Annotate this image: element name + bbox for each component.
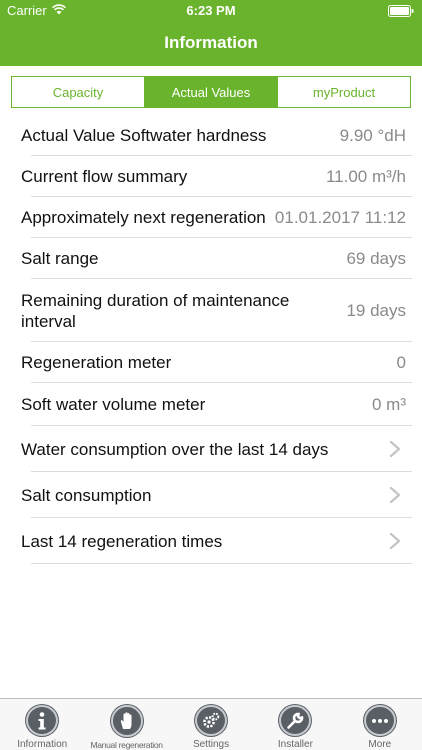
tab-more[interactable]: More — [338, 699, 422, 750]
row-value: 0 m³ — [372, 395, 406, 414]
row-label: Actual Value Softwater hardness — [21, 126, 267, 145]
row-label: Current flow summary — [21, 167, 188, 186]
navigation-header: Carrier 6:23 PM Information — [0, 0, 422, 66]
values-list: Actual Value Softwater hardness 9.90 °dH… — [0, 115, 422, 564]
row-soft-water-volume: Soft water volume meter 0 m³ — [0, 383, 422, 426]
row-water-consumption[interactable]: Water consumption over the last 14 days — [0, 426, 422, 472]
row-value: 9.90 °dH — [339, 126, 406, 145]
tab-actual-values[interactable]: Actual Values — [144, 77, 277, 107]
row-next-regeneration: Approximately next regeneration 01.01.20… — [0, 197, 422, 238]
tab-information[interactable]: Information — [0, 699, 84, 750]
tab-capacity[interactable]: Capacity — [12, 77, 144, 107]
row-regeneration-times[interactable]: Last 14 regeneration times — [0, 518, 422, 564]
row-label: Last 14 regeneration times — [21, 531, 223, 551]
row-label: Regeneration meter — [21, 353, 172, 372]
segmented-control: Capacity Actual Values myProduct — [11, 76, 411, 108]
tab-label: Information — [17, 739, 68, 750]
row-regeneration-meter: Regeneration meter 0 — [0, 342, 422, 383]
row-label: Remaining duration of maintenance interv… — [21, 290, 290, 331]
chevron-right-icon — [389, 486, 401, 504]
tab-bar: Information Manual regeneration Settings… — [0, 698, 422, 750]
tab-label: Manual regeneration — [90, 740, 163, 750]
chevron-right-icon — [389, 532, 401, 550]
row-salt-range: Salt range 69 days — [0, 238, 422, 279]
row-label: Salt consumption — [21, 485, 152, 505]
row-softwater-hardness: Actual Value Softwater hardness 9.90 °dH — [0, 115, 422, 156]
row-maintenance-interval: Remaining duration of maintenance interv… — [0, 279, 422, 342]
gears-icon — [195, 705, 228, 736]
row-value: 11.00 m³/h — [325, 167, 406, 186]
row-label: Approximately next regeneration — [21, 208, 266, 227]
chevron-right-icon — [389, 440, 401, 458]
tab-label: Installer — [277, 739, 313, 750]
tab-label: Settings — [192, 739, 230, 750]
row-value: 0 — [396, 353, 406, 372]
more-icon — [363, 705, 396, 736]
page-title: Information — [164, 33, 258, 52]
tab-installer[interactable]: Installer — [253, 699, 337, 750]
info-icon — [26, 705, 59, 736]
row-value: 01.01.2017 11:12 — [274, 208, 406, 227]
row-label: Salt range — [21, 249, 99, 268]
hand-icon — [110, 705, 143, 737]
row-value: 19 days — [346, 301, 406, 320]
row-current-flow: Current flow summary 11.00 m³/h — [0, 156, 422, 197]
tab-myproduct[interactable]: myProduct — [277, 77, 410, 107]
tab-manual-regeneration[interactable]: Manual regeneration — [84, 699, 168, 750]
status-bar: Carrier 6:23 PM — [0, 0, 422, 22]
wrench-icon — [279, 705, 312, 736]
row-label: Water consumption over the last 14 days — [21, 439, 329, 459]
battery-icon — [388, 5, 414, 17]
row-value: 69 days — [346, 249, 406, 268]
status-time: 6:23 PM — [186, 3, 236, 18]
row-label: Soft water volume meter — [21, 395, 206, 414]
row-salt-consumption[interactable]: Salt consumption — [0, 472, 422, 518]
tab-settings[interactable]: Settings — [169, 699, 253, 750]
tab-label: More — [368, 739, 392, 750]
